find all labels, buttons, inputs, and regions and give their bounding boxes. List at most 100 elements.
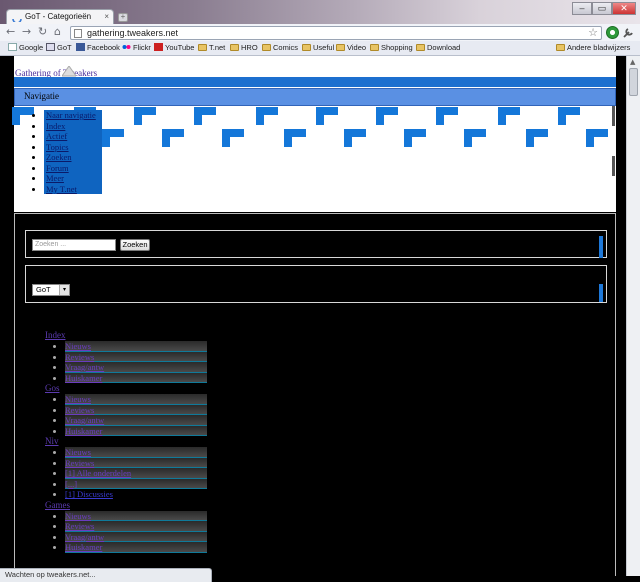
main-nav: Naar navigatie Index Actief Topics Zoeke… bbox=[44, 110, 102, 194]
chevron-down-icon: ▾ bbox=[59, 285, 69, 295]
page-icon bbox=[74, 29, 82, 38]
search-fieldset: Zoeken ... Zoeken bbox=[25, 230, 607, 258]
forum-sublist: Nieuws Reviews Vraag/antw Huiskamer bbox=[61, 341, 225, 383]
bookmark-download[interactable]: Download bbox=[416, 43, 460, 52]
list-item[interactable]: Vraag/antw bbox=[65, 415, 207, 426]
folder-icon bbox=[370, 44, 379, 51]
forum-category[interactable]: Gos bbox=[45, 383, 225, 394]
main-content: Zoeken ... Zoeken GoT ▾ Index Nieuws Rev… bbox=[14, 213, 616, 576]
extension-icon[interactable] bbox=[606, 26, 619, 39]
nav-item-mytnet[interactable]: My T.net bbox=[44, 183, 102, 194]
wrench-icon[interactable] bbox=[622, 27, 634, 39]
bookmark-facebook[interactable]: Facebook bbox=[76, 43, 120, 52]
other-bookmarks[interactable]: Andere bladwijzers bbox=[556, 43, 630, 52]
maximize-button[interactable]: ▭ bbox=[592, 2, 612, 15]
forum-category[interactable]: Games bbox=[45, 500, 225, 511]
bookmark-got[interactable]: GoT bbox=[46, 43, 72, 52]
list-item[interactable]: [1] Discussies bbox=[65, 489, 207, 500]
list-item[interactable]: Vraag/antw bbox=[65, 362, 207, 373]
close-window-button[interactable]: ✕ bbox=[612, 2, 636, 15]
nav-item-meer[interactable]: Meer bbox=[44, 173, 102, 184]
forward-icon[interactable]: → bbox=[22, 26, 31, 38]
minimize-button[interactable]: – bbox=[572, 2, 592, 15]
nav-item-actief[interactable]: Actief bbox=[44, 131, 102, 142]
list-item[interactable]: [1] Alle onderdelen bbox=[65, 468, 207, 479]
list-item[interactable]: Nieuws bbox=[65, 510, 207, 521]
list-item[interactable]: Reviews bbox=[65, 404, 207, 415]
bookmark-tnet[interactable]: T.net bbox=[198, 43, 225, 52]
nav-item-zoeken[interactable]: Zoeken bbox=[44, 152, 102, 163]
address-url[interactable]: gathering.tweakers.net bbox=[87, 28, 178, 38]
folder-icon bbox=[262, 44, 271, 51]
list-item[interactable]: Huiskamer bbox=[65, 372, 207, 383]
list-item[interactable]: Huiskamer bbox=[65, 542, 207, 553]
header-panel: Gathering of Tweakers Navigatie • Naar n… bbox=[12, 56, 616, 212]
inner-scrollbar-2[interactable] bbox=[612, 156, 615, 176]
facebook-icon bbox=[76, 43, 85, 51]
forum-sublist: Nieuws Reviews [1] Alle onderdelen [...]… bbox=[61, 447, 225, 500]
nav-item-index[interactable]: Index bbox=[44, 120, 102, 131]
decorative-steps bbox=[12, 107, 616, 157]
scroll-up-icon[interactable]: ▲ bbox=[630, 58, 635, 66]
nav-heading: Navigatie bbox=[24, 91, 59, 101]
page-viewport: Gathering of Tweakers Navigatie • Naar n… bbox=[0, 56, 626, 576]
list-item[interactable]: Reviews bbox=[65, 521, 207, 532]
nav-item-forum[interactable]: Forum bbox=[44, 162, 102, 173]
bookmark-shopping[interactable]: Shopping bbox=[370, 43, 413, 52]
forum-sublist: Nieuws Reviews Vraag/antw Huiskamer bbox=[61, 394, 225, 436]
loading-spinner-icon bbox=[12, 18, 22, 22]
forum-sublist: Nieuws Reviews Vraag/antw Huiskamer bbox=[61, 510, 225, 553]
browser-titlebar: GoT - Categorieën × + – ▭ ✕ bbox=[0, 0, 640, 25]
list-item[interactable]: Huiskamer bbox=[65, 425, 207, 436]
address-bar[interactable]: gathering.tweakers.net ☆ bbox=[70, 26, 602, 40]
bookmarks-bar: Google GoT Facebook Flickr YouTube T.net… bbox=[0, 41, 640, 56]
site-select-fieldset: GoT ▾ bbox=[25, 265, 607, 303]
status-bar: Wachten op tweakers.net... bbox=[0, 568, 212, 582]
accent-bar bbox=[599, 236, 603, 258]
home-icon[interactable]: ⌂ bbox=[54, 26, 61, 38]
tab-close-icon[interactable]: × bbox=[104, 12, 109, 21]
list-item[interactable]: Nieuws bbox=[65, 394, 207, 405]
folder-icon bbox=[198, 44, 207, 51]
nav-item-skip[interactable]: Naar navigatie bbox=[44, 110, 102, 121]
list-item[interactable]: [...] bbox=[65, 478, 207, 489]
logo-icon bbox=[62, 66, 76, 77]
inner-scrollbar[interactable] bbox=[612, 106, 615, 126]
bookmark-useful[interactable]: Useful bbox=[302, 43, 334, 52]
youtube-icon bbox=[154, 43, 163, 51]
search-button[interactable]: Zoeken bbox=[120, 239, 150, 251]
forum-category[interactable]: Niv bbox=[45, 436, 225, 447]
nav-item-topics[interactable]: Topics bbox=[44, 141, 102, 152]
bookmark-video[interactable]: Video bbox=[336, 43, 366, 52]
folder-icon bbox=[556, 44, 565, 51]
flickr-icon bbox=[122, 43, 131, 51]
reload-icon[interactable]: ↻ bbox=[38, 26, 47, 38]
bookmark-comics[interactable]: Comics bbox=[262, 43, 298, 52]
page-scrollbar[interactable]: ▲ bbox=[626, 56, 640, 576]
list-item[interactable]: Vraag/antw bbox=[65, 531, 207, 542]
accent-bar-2 bbox=[599, 284, 603, 302]
folder-icon bbox=[336, 44, 345, 51]
site-select[interactable]: GoT ▾ bbox=[32, 284, 70, 296]
bookmark-star-icon[interactable]: ☆ bbox=[588, 26, 598, 39]
tab-title: GoT - Categorieën bbox=[25, 12, 92, 21]
bookmark-youtube[interactable]: YouTube bbox=[154, 43, 194, 52]
folder-icon bbox=[302, 44, 311, 51]
search-input[interactable]: Zoeken ... bbox=[32, 239, 116, 251]
list-item[interactable]: Reviews bbox=[65, 351, 207, 362]
got-icon bbox=[46, 43, 55, 51]
tab-active[interactable]: GoT - Categorieën × bbox=[6, 9, 114, 25]
page-wrapper: Gathering of Tweakers Navigatie • Naar n… bbox=[12, 56, 616, 576]
bookmark-google[interactable]: Google bbox=[8, 43, 43, 52]
google-icon bbox=[8, 43, 17, 51]
bookmark-flickr[interactable]: Flickr bbox=[122, 43, 151, 52]
scrollbar-thumb[interactable] bbox=[629, 68, 638, 96]
list-item[interactable]: Reviews bbox=[65, 457, 207, 468]
list-item[interactable]: Nieuws bbox=[65, 447, 207, 458]
back-icon[interactable]: ← bbox=[6, 26, 15, 38]
forum-category[interactable]: Index bbox=[45, 330, 225, 341]
bookmark-hro[interactable]: HRO bbox=[230, 43, 258, 52]
folder-icon bbox=[416, 44, 425, 51]
new-tab-button[interactable]: + bbox=[118, 13, 128, 22]
list-item[interactable]: Nieuws bbox=[65, 341, 207, 352]
